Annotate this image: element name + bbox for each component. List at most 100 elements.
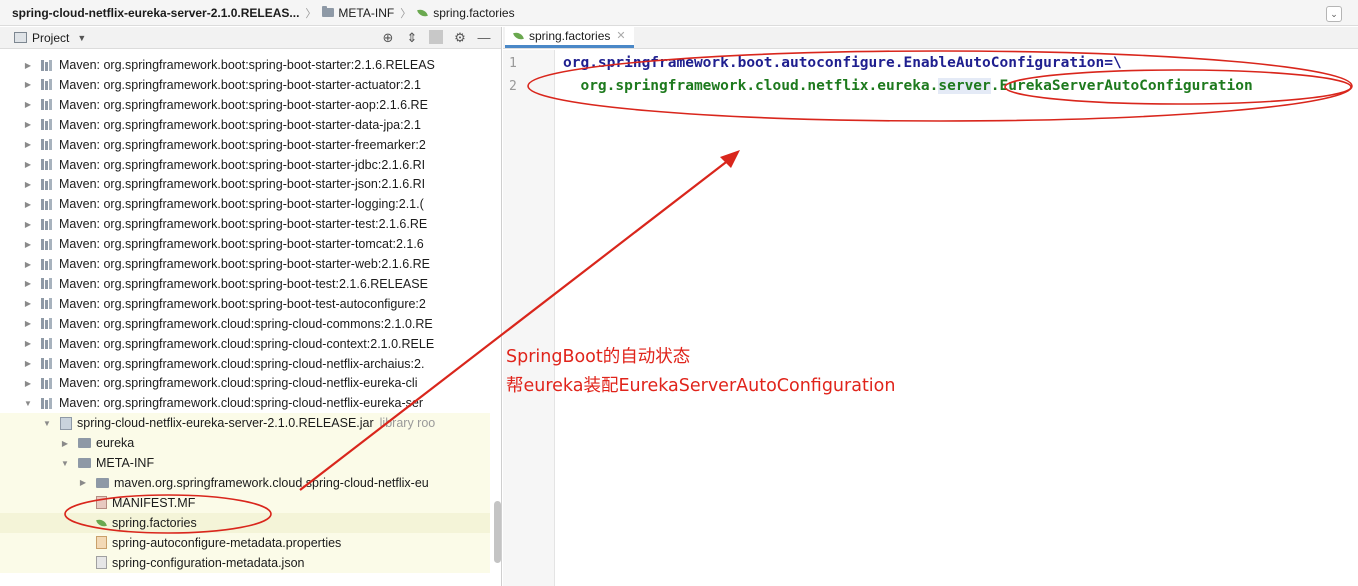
package-icon	[78, 438, 91, 449]
expand-down-icon[interactable]: ▼	[42, 419, 52, 428]
tree-item-label: Maven: org.springframework.cloud:spring-…	[59, 336, 435, 351]
code-line-1[interactable]: org.springframework.boot.autoconfigure.E…	[563, 55, 1122, 71]
tree-item[interactable]: ▼ META-INF	[0, 453, 490, 473]
gear-icon[interactable]: ⚙	[453, 30, 467, 46]
expand-right-icon[interactable]: ▶	[23, 379, 33, 388]
library-icon	[41, 119, 55, 131]
line-number: 1	[509, 56, 517, 71]
tree-item-label: Maven: org.springframework.boot:spring-b…	[59, 276, 428, 291]
tree-item-label: Maven: org.springframework.boot:spring-b…	[59, 77, 421, 92]
property-value: .EurekaServerAutoConfiguration	[990, 78, 1253, 94]
library-icon	[41, 198, 55, 210]
breadcrumb: spring-cloud-netflix-eureka-server-2.1.0…	[0, 0, 1358, 26]
expand-down-icon[interactable]: ▼	[23, 399, 33, 408]
tree-item[interactable]: ▶ Maven: org.springframework.boot:spring-…	[0, 274, 490, 294]
tree-item[interactable]: ▶ Maven: org.springframework.boot:spring-…	[0, 214, 490, 234]
expand-right-icon[interactable]: ▶	[23, 359, 33, 368]
tree-item-label: Maven: org.springframework.boot:spring-b…	[59, 237, 424, 252]
package-icon	[96, 477, 109, 488]
chevron-right-icon: 〉	[400, 7, 412, 20]
tree-item[interactable]: ▶ Maven: org.springframework.boot:spring-…	[0, 95, 490, 115]
target-icon[interactable]: ⊕	[381, 30, 395, 46]
tree-item[interactable]: ▶ eureka	[0, 433, 490, 454]
tree-item[interactable]: ▶ Maven: org.springframework.boot:spring-…	[0, 115, 490, 135]
tree-item[interactable]: ▼ Maven: org.springframework.cloud:spring…	[0, 393, 490, 413]
expand-right-icon[interactable]: ▶	[23, 299, 33, 308]
tree-item[interactable]: ▶ Maven: org.springframework.boot:spring-…	[0, 135, 490, 155]
tree-item[interactable]: MANIFEST.MF	[0, 492, 490, 513]
code-line-2[interactable]: org.springframework.cloud.netflix.eureka…	[563, 78, 1253, 94]
breadcrumb-folder[interactable]: META-INF	[322, 6, 394, 20]
expand-right-icon[interactable]: ▶	[23, 220, 33, 229]
tree-item[interactable]: ▼ spring-cloud-netflix-eureka-server-2.1.…	[0, 413, 490, 434]
json-file-icon	[96, 556, 107, 569]
tree-item[interactable]: ▶ Maven: org.springframework.cloud:spring…	[0, 334, 490, 354]
minimize-icon[interactable]: —	[477, 30, 491, 46]
tree-item-label: maven.org.springframework.cloud.spring-c…	[114, 475, 429, 490]
expand-right-icon[interactable]: ▶	[23, 120, 33, 129]
tree-item[interactable]: spring.factories	[0, 512, 490, 533]
tree-item[interactable]: ▶ Maven: org.springframework.cloud:spring…	[0, 354, 490, 374]
expand-right-icon[interactable]: ▶	[23, 61, 33, 70]
jar-icon	[60, 416, 72, 430]
breadcrumb-jar[interactable]: spring-cloud-netflix-eureka-server-2.1.0…	[12, 6, 299, 20]
tree-item-label: Maven: org.springframework.boot:spring-b…	[59, 157, 426, 172]
tree-item[interactable]: ▶ Maven: org.springframework.boot:spring-…	[0, 174, 490, 194]
tree-item[interactable]: ▶ Maven: org.springframework.cloud:spring…	[0, 373, 490, 393]
tree-item-label: Maven: org.springframework.boot:spring-b…	[59, 257, 430, 271]
library-icon	[41, 59, 55, 71]
tab-spring-factories[interactable]: spring.factories ✕	[505, 26, 634, 48]
tree-item[interactable]: ▶ Maven: org.springframework.boot:spring-…	[0, 155, 490, 175]
tree-item[interactable]: ▶ maven.org.springframework.cloud.spring-…	[0, 472, 490, 493]
expand-right-icon[interactable]: ▶	[23, 240, 33, 249]
project-panel: Project ▼ ⊕ ⇕ ⚙ — ▶ Maven: org.springfram…	[0, 27, 502, 586]
library-icon	[41, 298, 55, 310]
breadcrumb-file[interactable]: spring.factories	[417, 6, 514, 20]
collapse-icon[interactable]: ⇕	[405, 30, 419, 46]
expand-right-icon[interactable]: ▶	[23, 180, 33, 189]
tree-item-label: Maven: org.springframework.boot:spring-b…	[59, 197, 424, 212]
expand-right-icon[interactable]: ▶	[60, 439, 70, 448]
project-toolbar-icons: ⊕ ⇕ ⚙ —	[381, 30, 491, 46]
editor-pane: spring.factories ✕ 1 2 org.springframewo…	[503, 26, 1358, 586]
tree-item[interactable]: spring-autoconfigure-metadata.properties	[0, 532, 490, 553]
project-view-selector[interactable]: Project	[32, 31, 69, 45]
expand-right-icon[interactable]: ▶	[23, 260, 33, 269]
expand-right-icon[interactable]: ▶	[23, 140, 33, 149]
expand-right-icon[interactable]: ▶	[78, 478, 88, 487]
library-icon	[41, 397, 55, 409]
expand-down-icon[interactable]: ▼	[60, 459, 70, 468]
expand-right-icon[interactable]: ▶	[23, 339, 33, 348]
tree-item[interactable]: ▶ Maven: org.springframework.boot:spring-…	[0, 234, 490, 254]
tree-item-label: MANIFEST.MF	[112, 495, 196, 510]
tree-item-label: Maven: org.springframework.cloud:spring-…	[59, 316, 433, 331]
property-key: org.springframework.boot.autoconfigure.E…	[563, 55, 1122, 71]
expand-right-icon[interactable]: ▶	[23, 80, 33, 89]
tree-item[interactable]: ▶ Maven: org.springframework.boot:spring-…	[0, 75, 490, 95]
line-number: 2	[509, 79, 517, 94]
expand-right-icon[interactable]: ▶	[23, 200, 33, 209]
expand-right-icon[interactable]: ▶	[23, 160, 33, 169]
expand-right-icon[interactable]: ▶	[23, 319, 33, 328]
tree-item[interactable]: ▶ Maven: org.springframework.boot:spring-…	[0, 294, 490, 314]
project-toolbar: Project ▼ ⊕ ⇕ ⚙ —	[0, 27, 501, 49]
breadcrumb-jar-label: spring-cloud-netflix-eureka-server-2.1.0…	[12, 5, 300, 20]
folder-icon	[322, 6, 335, 17]
tree-item[interactable]: ▶ Maven: org.springframework.boot:spring-…	[0, 254, 490, 274]
line-number-gutter: 1 2	[503, 50, 555, 586]
tree-item[interactable]: spring-configuration-metadata.json	[0, 552, 490, 573]
close-icon[interactable]: ✕	[616, 29, 625, 42]
tree-item-label: Maven: org.springframework.boot:spring-b…	[59, 217, 428, 232]
expand-right-icon[interactable]: ▶	[23, 279, 33, 288]
tree-item[interactable]: ▶ Maven: org.springframework.cloud:spring…	[0, 314, 490, 334]
scrollbar[interactable]	[494, 501, 501, 563]
tree-item[interactable]: ▶ Maven: org.springframework.boot:spring-…	[0, 55, 490, 75]
tab-label: spring.factories	[529, 28, 611, 43]
tree-item[interactable]: ▶ Maven: org.springframework.boot:spring-…	[0, 194, 490, 214]
tree-item-suffix: library roo	[379, 416, 436, 431]
library-icon	[41, 377, 55, 389]
expand-right-icon[interactable]: ▶	[23, 100, 33, 109]
chevron-down-icon[interactable]: ⌄	[1326, 6, 1342, 22]
chevron-down-icon[interactable]: ▼	[77, 33, 86, 43]
tree-item-label: META-INF	[96, 456, 155, 470]
